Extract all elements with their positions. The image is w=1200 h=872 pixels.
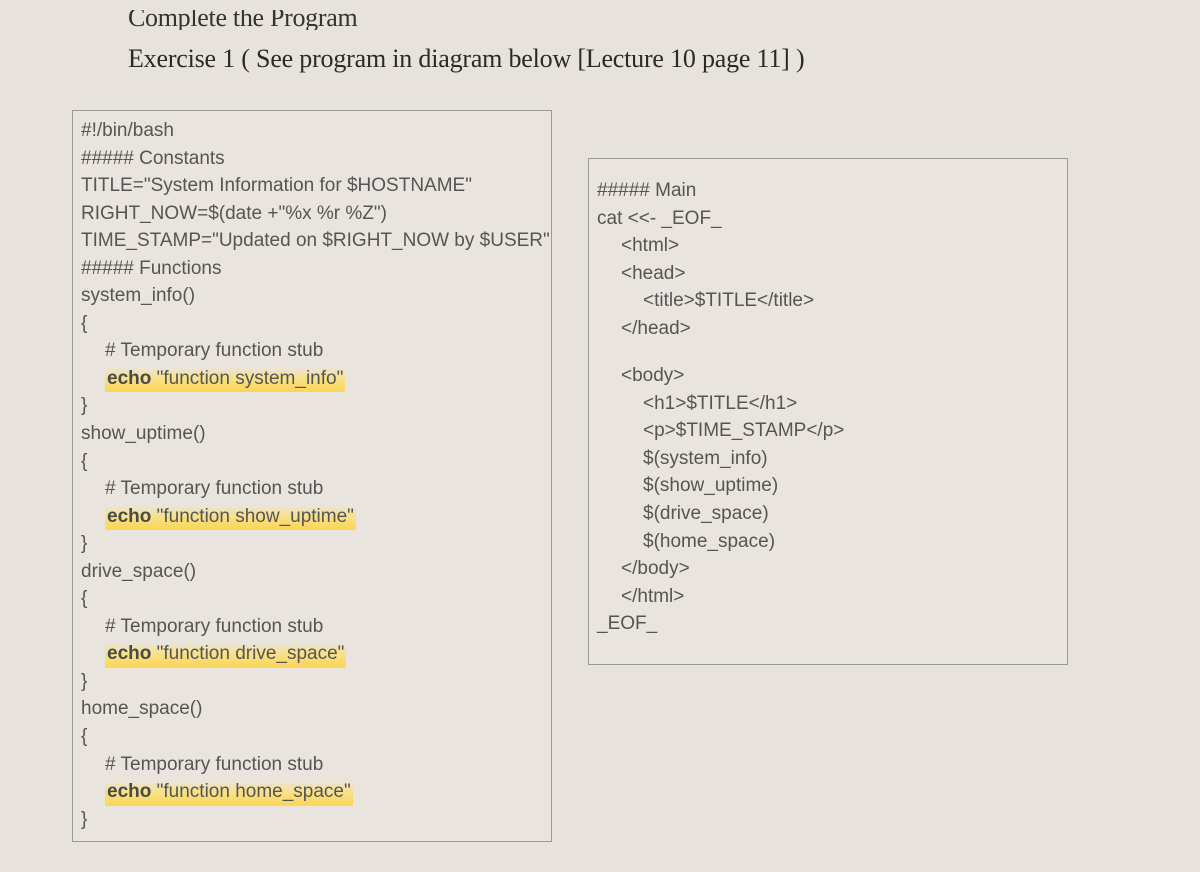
echo-keyword: echo bbox=[107, 781, 151, 802]
code-line: ##### Functions bbox=[81, 255, 543, 283]
code-line: <h1>$TITLE</h1> bbox=[597, 390, 1059, 418]
code-line: { bbox=[81, 448, 543, 476]
partial-heading-text: Complete the Program bbox=[128, 10, 357, 30]
code-line: # Temporary function stub bbox=[81, 751, 543, 779]
code-line: system_info() bbox=[81, 282, 543, 310]
code-line: cat <<- _EOF_ bbox=[597, 205, 1059, 233]
echo-string: "function drive_space" bbox=[151, 643, 344, 664]
partial-heading-crop: Complete the Program bbox=[60, 10, 1140, 30]
code-line: # Temporary function stub bbox=[81, 613, 543, 641]
code-line: <head> bbox=[597, 260, 1059, 288]
code-line: $(home_space) bbox=[597, 528, 1059, 556]
code-line: </head> bbox=[597, 315, 1059, 343]
echo-keyword: echo bbox=[107, 368, 151, 389]
exercise-title: Exercise 1 ( See program in diagram belo… bbox=[128, 44, 1140, 74]
code-line: _EOF_ bbox=[597, 610, 1059, 638]
code-line: $(system_info) bbox=[597, 445, 1059, 473]
left-code-box: #!/bin/bash ##### Constants TITLE="Syste… bbox=[72, 110, 552, 842]
code-line: $(drive_space) bbox=[597, 500, 1059, 528]
code-line: echo "function home_space" bbox=[81, 778, 543, 806]
code-line: } bbox=[81, 668, 543, 696]
code-line: # Temporary function stub bbox=[81, 475, 543, 503]
code-line: } bbox=[81, 392, 543, 420]
code-line: $(show_uptime) bbox=[597, 472, 1059, 500]
code-line: TIME_STAMP="Updated on $RIGHT_NOW by $US… bbox=[81, 227, 543, 255]
echo-keyword: echo bbox=[107, 643, 151, 664]
code-line: { bbox=[81, 585, 543, 613]
code-line: } bbox=[81, 530, 543, 558]
code-line: ##### Main bbox=[597, 177, 1059, 205]
blank-line bbox=[597, 342, 1059, 362]
code-line: # Temporary function stub bbox=[81, 337, 543, 365]
code-line: drive_space() bbox=[81, 558, 543, 586]
echo-string: "function show_uptime" bbox=[151, 506, 354, 527]
code-line: RIGHT_NOW=$(date +"%x %r %Z") bbox=[81, 200, 543, 228]
code-line: <body> bbox=[597, 362, 1059, 390]
code-line: <p>$TIME_STAMP</p> bbox=[597, 417, 1059, 445]
echo-string: "function system_info" bbox=[151, 368, 343, 389]
code-line: #!/bin/bash bbox=[81, 117, 543, 145]
code-line: </body> bbox=[597, 555, 1059, 583]
code-line: { bbox=[81, 310, 543, 338]
code-line: echo "function system_info" bbox=[81, 365, 543, 393]
code-line: { bbox=[81, 723, 543, 751]
code-line: home_space() bbox=[81, 695, 543, 723]
echo-keyword: echo bbox=[107, 506, 151, 527]
echo-string: "function home_space" bbox=[151, 781, 350, 802]
code-line: TITLE="System Information for $HOSTNAME" bbox=[81, 172, 543, 200]
right-code-box: ##### Main cat <<- _EOF_ <html> <head> <… bbox=[588, 158, 1068, 665]
code-diagram: #!/bin/bash ##### Constants TITLE="Syste… bbox=[72, 110, 1140, 842]
code-line: show_uptime() bbox=[81, 420, 543, 448]
code-line: <html> bbox=[597, 232, 1059, 260]
code-line: </html> bbox=[597, 583, 1059, 611]
code-line: } bbox=[81, 806, 543, 834]
code-line: echo "function drive_space" bbox=[81, 640, 543, 668]
code-line: ##### Constants bbox=[81, 145, 543, 173]
code-line: <title>$TITLE</title> bbox=[597, 287, 1059, 315]
code-line: echo "function show_uptime" bbox=[81, 503, 543, 531]
